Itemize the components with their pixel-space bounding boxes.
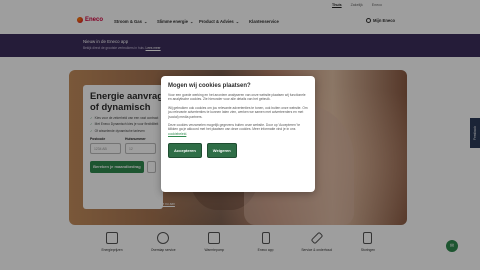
refuse-cookies-button[interactable]: Weigeren — [206, 143, 237, 159]
cookie-text-2: Wij gebruiken ook cookies om jou relevan… — [168, 105, 308, 119]
cookie-text-3-body: Deze cookies verzamelen mogelijk gegeven… — [168, 123, 301, 132]
accept-cookies-button[interactable]: Accepteren — [168, 143, 202, 159]
cookie-text-3: Deze cookies verzamelen mogelijk gegeven… — [168, 123, 301, 136]
cookie-consent-dialog: Mogen wij cookies plaatsen? Voor een goe… — [161, 76, 315, 192]
cookie-dialog-title: Mogen wij cookies plaatsen? — [168, 83, 251, 89]
cookie-actions: Accepteren Weigeren — [168, 143, 308, 159]
cookie-policy-link[interactable]: cookiebeleid — [168, 132, 186, 136]
cookie-text-1: Voor een goede werking en het anoniem an… — [168, 93, 306, 102]
